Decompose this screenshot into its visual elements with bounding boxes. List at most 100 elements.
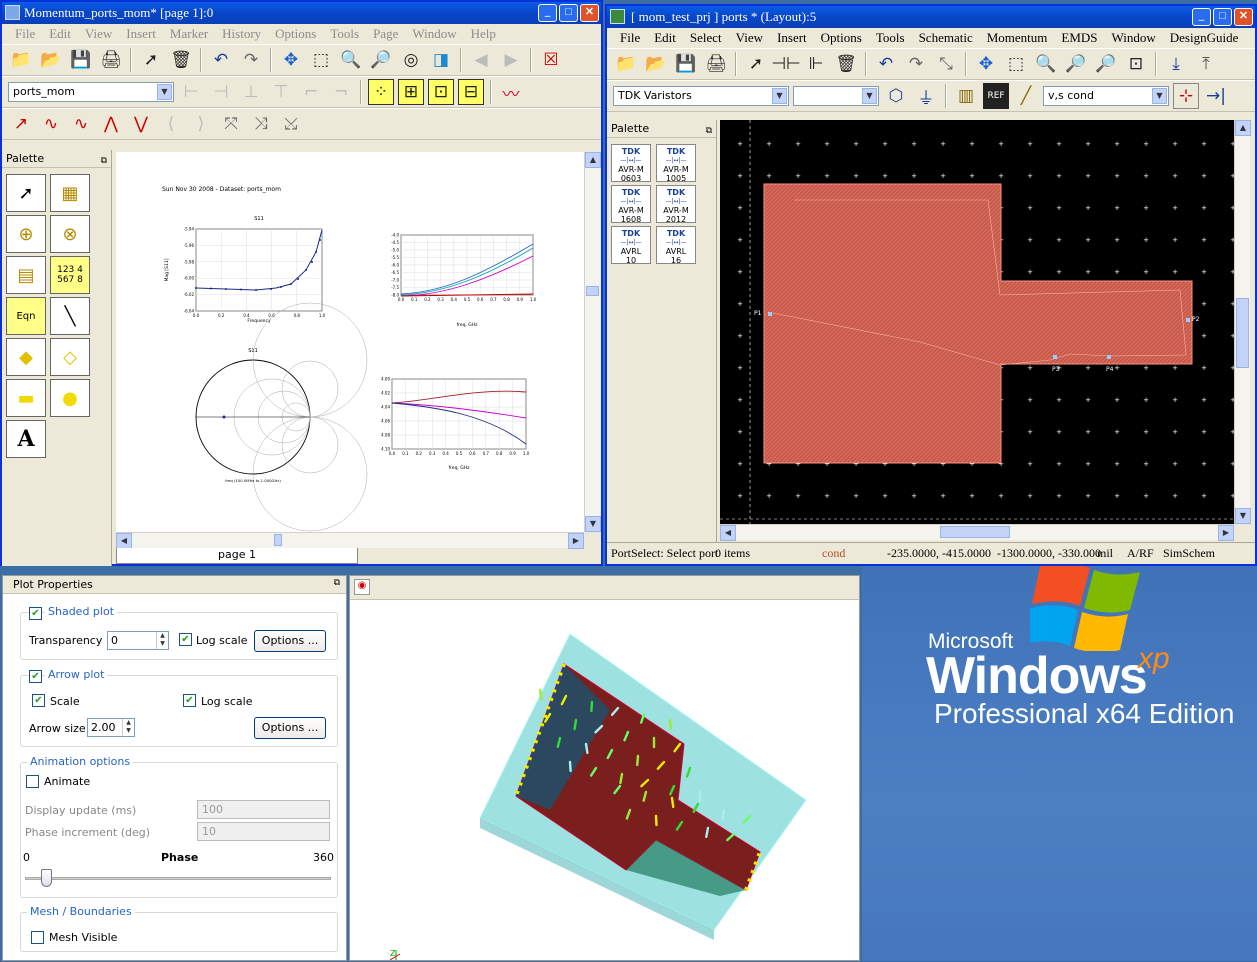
- component-icon[interactable]: ▥: [953, 83, 979, 109]
- page-icon[interactable]: ◨: [428, 47, 454, 73]
- marker-icon-1[interactable]: ⊢: [178, 79, 204, 105]
- menu-options[interactable]: Options: [268, 26, 323, 42]
- save-icon[interactable]: 💾: [673, 51, 699, 77]
- ref-icon[interactable]: REF: [983, 83, 1009, 109]
- plot-page-canvas[interactable]: Sun Nov 30 2008 - Dataset: ports_mom 0.0…: [116, 152, 584, 532]
- marker-icon-4[interactable]: ⊤: [268, 79, 294, 105]
- layout-vscroll[interactable]: ▲ ▼: [1234, 120, 1250, 524]
- arrow-options-button[interactable]: Options ...: [254, 717, 326, 739]
- delete-icon[interactable]: 🗑: [833, 51, 859, 77]
- grid-icon-1[interactable]: ⁘: [368, 79, 394, 105]
- palette-smith-icon[interactable]: ⊗: [50, 215, 90, 253]
- mesh-visible-checkbox[interactable]: [31, 931, 44, 944]
- close-button[interactable]: ✕: [1234, 8, 1253, 26]
- menu-file[interactable]: File: [613, 30, 647, 46]
- close-button[interactable]: ✕: [580, 4, 599, 22]
- maximize-button[interactable]: □: [1213, 8, 1232, 26]
- zoom-fit-icon[interactable]: ◎: [398, 47, 424, 73]
- open-icon[interactable]: 📂: [38, 47, 64, 73]
- marker-icon-6[interactable]: ¬: [328, 79, 354, 105]
- menu-help[interactable]: Help: [464, 26, 503, 42]
- menu-window[interactable]: Window: [405, 26, 463, 42]
- phase-slider-track[interactable]: [25, 877, 331, 880]
- layout-hscroll[interactable]: ◀ ▶: [720, 524, 1234, 540]
- undo-icon[interactable]: ↶: [873, 51, 899, 77]
- grid-icon-2[interactable]: ⊞: [398, 79, 424, 105]
- title-bar[interactable]: [ mom_test_prj ] ports * (Layout):5 _ □ …: [607, 6, 1255, 28]
- palette-polygon-icon[interactable]: ◇: [50, 338, 90, 376]
- menu-insert[interactable]: Insert: [119, 26, 163, 42]
- marker-delta2-icon[interactable]: ⤨: [248, 111, 274, 137]
- marker-icon-2[interactable]: ⊣: [208, 79, 234, 105]
- palette-select-icon[interactable]: ➚: [6, 174, 46, 212]
- marker-peak-icon[interactable]: ∿: [38, 111, 64, 137]
- new-folder-icon[interactable]: 📁: [613, 51, 639, 77]
- minimize-button[interactable]: _: [538, 4, 557, 22]
- redo-icon[interactable]: ↷: [238, 47, 264, 73]
- zoom-area-icon[interactable]: ⬚: [1003, 51, 1029, 77]
- pin-connect-icon[interactable]: ⊣⊢: [773, 51, 799, 77]
- palette-rectangle-icon[interactable]: ▬: [6, 379, 46, 417]
- marker-icon-5[interactable]: ⌐: [298, 79, 324, 105]
- stretch-icon[interactable]: ⤡: [933, 51, 959, 77]
- arrow-size-spinner[interactable]: 2.00▲▼: [87, 718, 135, 737]
- plot-hscroll[interactable]: ◀ ▶: [116, 532, 584, 548]
- menu-history[interactable]: History: [215, 26, 268, 42]
- marker-valley-icon[interactable]: ∿: [68, 111, 94, 137]
- next-page-icon[interactable]: ▶: [498, 47, 524, 73]
- shaded-checkbox[interactable]: ✔: [29, 607, 42, 620]
- move-icon[interactable]: ✥: [973, 51, 999, 77]
- tdk-avr-m-2012[interactable]: TDK—|↔|—AVR-M2012: [656, 185, 696, 223]
- menu-options[interactable]: Options: [814, 30, 869, 46]
- menu-insert[interactable]: Insert: [770, 30, 814, 46]
- arrow-log-checkbox[interactable]: ✔: [183, 694, 196, 707]
- palette-circle-icon[interactable]: ●: [50, 379, 90, 417]
- arrow-checkbox[interactable]: ✔: [29, 670, 42, 683]
- zoom-out-icon[interactable]: 🔎: [1093, 51, 1119, 77]
- tdk-avrl-16[interactable]: TDK—|↔|—AVRL16: [656, 226, 696, 264]
- shaded-log-checkbox[interactable]: ✔: [179, 633, 192, 646]
- zoom-in-icon[interactable]: 🔍: [338, 47, 364, 73]
- menu-schematic[interactable]: Schematic: [912, 30, 980, 46]
- zoom-in-icon[interactable]: 🔍: [1033, 51, 1059, 77]
- push-into-icon[interactable]: ⤓: [1163, 51, 1189, 77]
- dock-icon[interactable]: ⧉: [706, 122, 712, 140]
- phase-inc-field[interactable]: 10: [197, 822, 330, 841]
- snap-icon[interactable]: ⊹: [1173, 83, 1199, 109]
- save-icon[interactable]: 💾: [68, 47, 94, 73]
- menu-view[interactable]: View: [729, 30, 770, 46]
- prev-page-icon[interactable]: ◀: [468, 47, 494, 73]
- redo-icon[interactable]: ↷: [903, 51, 929, 77]
- menu-page[interactable]: Page: [366, 26, 405, 42]
- zoom-fit-icon[interactable]: ⊡: [1123, 51, 1149, 77]
- menu-file[interactable]: File: [8, 26, 42, 42]
- menu-momentum[interactable]: Momentum: [980, 30, 1055, 46]
- ground-icon[interactable]: ⏚: [913, 83, 939, 109]
- dock-icon[interactable]: ⧉: [101, 152, 107, 170]
- delete-icon[interactable]: 🗑: [168, 47, 194, 73]
- menu-edit[interactable]: Edit: [42, 26, 78, 42]
- undo-icon[interactable]: ↶: [208, 47, 234, 73]
- menu-tools[interactable]: Tools: [869, 30, 912, 46]
- zoom-out-icon[interactable]: 🔎: [368, 47, 394, 73]
- marker-delta3-icon[interactable]: ⤩: [278, 111, 304, 137]
- tdk-avr-m-1608[interactable]: TDK—|↔|—AVR-M1608: [611, 185, 651, 223]
- pop-out-icon[interactable]: ⤒: [1193, 51, 1219, 77]
- marker-left-icon[interactable]: ⟨: [158, 111, 184, 137]
- grid-icon-4[interactable]: ⊟: [458, 79, 484, 105]
- menu-window[interactable]: Window: [1105, 30, 1163, 46]
- trace-icon[interactable]: ╱: [1013, 83, 1039, 109]
- menu-designguide[interactable]: DesignGuide: [1163, 30, 1246, 46]
- palette-text-icon[interactable]: A: [6, 420, 46, 458]
- component-combo[interactable]: ▼: [793, 86, 879, 106]
- new-folder-icon[interactable]: 📁: [8, 47, 34, 73]
- palette-polyline-icon[interactable]: ◆: [6, 338, 46, 376]
- palette-eqn-icon[interactable]: Eqn: [6, 297, 46, 335]
- maximize-button[interactable]: □: [559, 4, 578, 22]
- stop-icon[interactable]: ☒: [538, 47, 564, 73]
- tdk-avr-m-0603[interactable]: TDK—|↔|—AVR-M0603: [611, 144, 651, 182]
- marker-delta-icon[interactable]: ⤧: [218, 111, 244, 137]
- select-arrow-icon[interactable]: ➚: [743, 51, 769, 77]
- marker-max-icon[interactable]: ⋀: [98, 111, 124, 137]
- menu-edit[interactable]: Edit: [647, 30, 683, 46]
